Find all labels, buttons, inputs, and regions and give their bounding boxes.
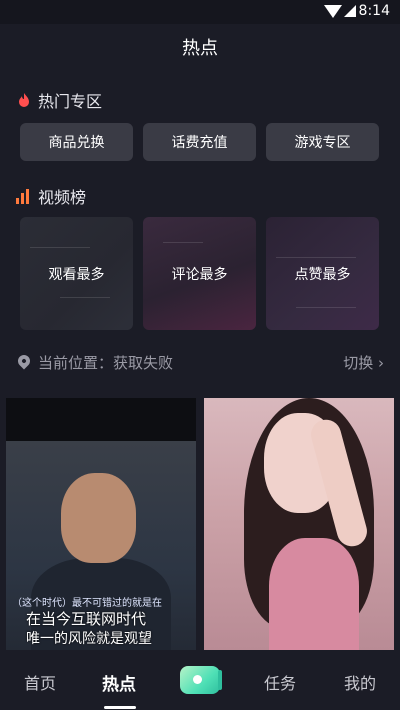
- video-rank-header: 视频榜: [16, 184, 86, 208]
- video-rank-title: 视频榜: [38, 188, 87, 207]
- signal-icon: [344, 5, 356, 17]
- status-bar: 8:14: [0, 0, 400, 24]
- hot-zone-header: 热门专区: [16, 88, 102, 112]
- card-label: 评论最多: [171, 266, 228, 283]
- video-caption-line2: 唯一的风险就是观望: [26, 631, 152, 647]
- card-label: 点赞最多: [294, 266, 351, 283]
- hot-zone-title: 热门专区: [38, 92, 103, 111]
- status-time: 8:14: [358, 3, 390, 19]
- card-label: 观看最多: [48, 266, 105, 283]
- nav-me[interactable]: 我的: [344, 670, 376, 694]
- video-caption-line1: 在当今互联网时代: [26, 610, 147, 628]
- location-label: 当前位置：获取失败: [38, 354, 174, 372]
- card-most-liked[interactable]: 点赞最多: [266, 217, 379, 330]
- card-most-commented[interactable]: 评论最多: [143, 217, 256, 330]
- card-most-viewed[interactable]: 观看最多: [20, 217, 133, 330]
- location-row: 当前位置：获取失败 切换 ›: [15, 352, 384, 374]
- chip-game-zone[interactable]: 游戏专区: [266, 123, 379, 161]
- video-thumbnail-1[interactable]: （这个时代）最不可错过的就是在 在当今互联网时代 唯一的风险就是观望: [6, 398, 196, 650]
- nav-home[interactable]: 首页: [24, 670, 56, 694]
- nav-active-indicator: [104, 706, 136, 709]
- fire-icon: [19, 93, 29, 107]
- nav-task[interactable]: 任务: [264, 670, 296, 694]
- location-switch-button[interactable]: 切换 ›: [343, 352, 384, 373]
- camera-button[interactable]: [180, 666, 222, 694]
- chip-goods-exchange[interactable]: 商品兑换: [20, 123, 133, 161]
- location-pin-icon: [15, 352, 33, 370]
- wifi-icon: [324, 5, 342, 18]
- bar-chart-icon: [16, 188, 32, 204]
- nav-hot[interactable]: 热点: [102, 670, 136, 695]
- video-caption-small: （这个时代）最不可错过的就是在: [12, 598, 162, 609]
- chip-phone-recharge[interactable]: 话费充值: [143, 123, 256, 161]
- camera-icon: [193, 675, 202, 684]
- bottom-nav: 首页 热点 任务 我的: [0, 650, 400, 710]
- page-title: 热点: [182, 38, 218, 59]
- video-thumbnail-2[interactable]: [204, 398, 394, 650]
